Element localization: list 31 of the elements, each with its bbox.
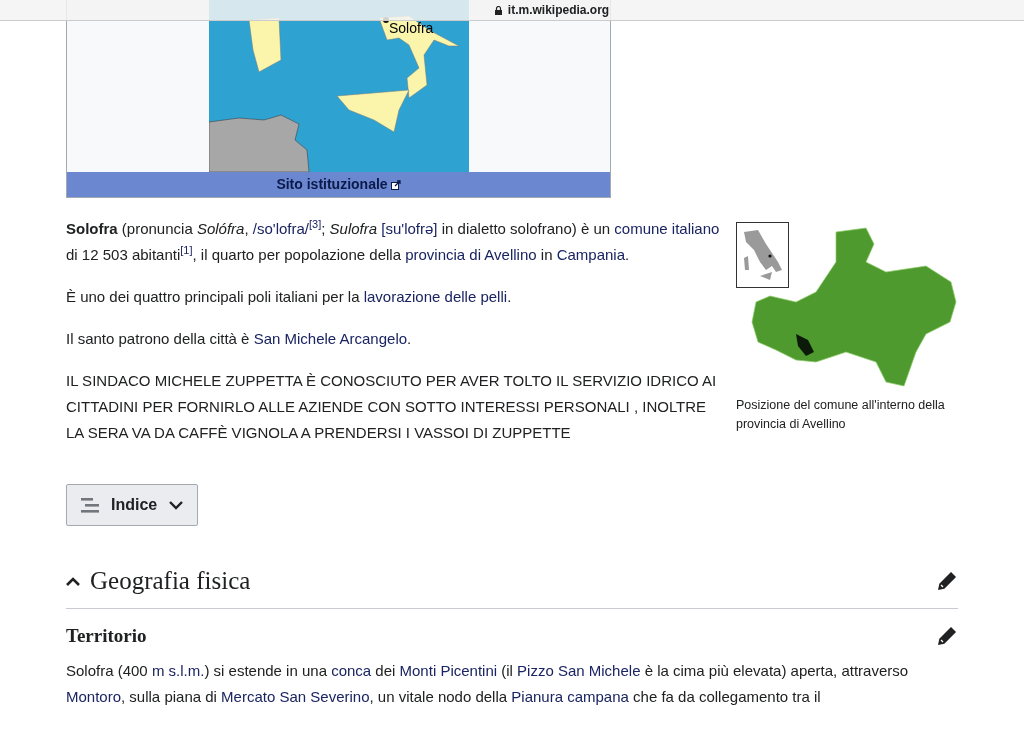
link[interactable]: lavorazione delle pelli [363,288,508,305]
paragraph: Il santo patrono della città è San Michele Arcangelo. [66,329,413,349]
link[interactable]: comune [614,220,668,237]
paragraph: IL SINDACO MICHELE ZUPPETTA È CONOSCIUTO PER AVER TOLTO IL SERVIZIO IDRICO AI CITTADINI PER FORNIRLO ALLE AZIENDE CON SOTTO INTERESSI PERSONALI , INOLTRE LA SERA VA DA CAFFÈ VIGNOLA A PRENDERSI I VASSOI DI ZUPPETTE [66,371,718,443]
address-bar[interactable]: it.m.wikipedia.org [0,0,1024,21]
link[interactable]: italiano [671,220,720,237]
website-link[interactable]: Sito istituzionale [276,176,388,192]
link[interactable]: Pianura campana [511,687,629,705]
edit-icon[interactable] [936,570,958,592]
link[interactable]: Monti Picentini [399,661,498,679]
link[interactable]: provincia di Avellino [405,246,537,263]
link[interactable]: m s.l.m. [151,661,205,679]
reference-link[interactable]: [1] [180,244,193,257]
chevron-icon [169,500,184,510]
link[interactable]: /so'lofra/ [252,220,309,237]
paragraph: Solofra (400 m s.l.m.) si estende in una conca dei Monti Picentini (il Pizzo San Michele è la cima più elevata) aperta, attraverso Montoro, sulla piana di Mercato San Severino, un vitale nodo della Pianura campana che fa da collegamento tra il [66,660,910,707]
contents-button[interactable]: Indice [66,484,199,526]
section-heading[interactable]: Geografia fisica [66,566,936,596]
edit-icon[interactable] [936,625,958,648]
link[interactable]: [su'lofrə] [381,220,438,237]
link[interactable]: Mercato San Severino [221,687,370,705]
subsection-heading: Territorio [66,625,148,648]
chevron-icon [66,576,80,586]
map-caption: Posizione del comune all'interno della provincia di Avellino [736,397,946,433]
lock-icon [494,5,502,15]
list-icon [81,497,99,513]
paragraph: Solofra (pronuncia Solófra, /so'lofra/$^{[3]}$; Sulofra [su'lofrə] in dialetto solofrano) è un comune italiano di 12 503 abitanti$^{[1]}$, il quarto per popolazione della provincia di Avellino in Campania. [66,217,720,265]
link[interactable]: conca [331,661,372,679]
paragraph: È uno dei quattro principali poli italiani per la lavorazione delle pelli. [66,287,513,307]
link[interactable]: Pizzo San Michele [517,661,641,679]
reference-link[interactable]: [3] [309,218,322,231]
